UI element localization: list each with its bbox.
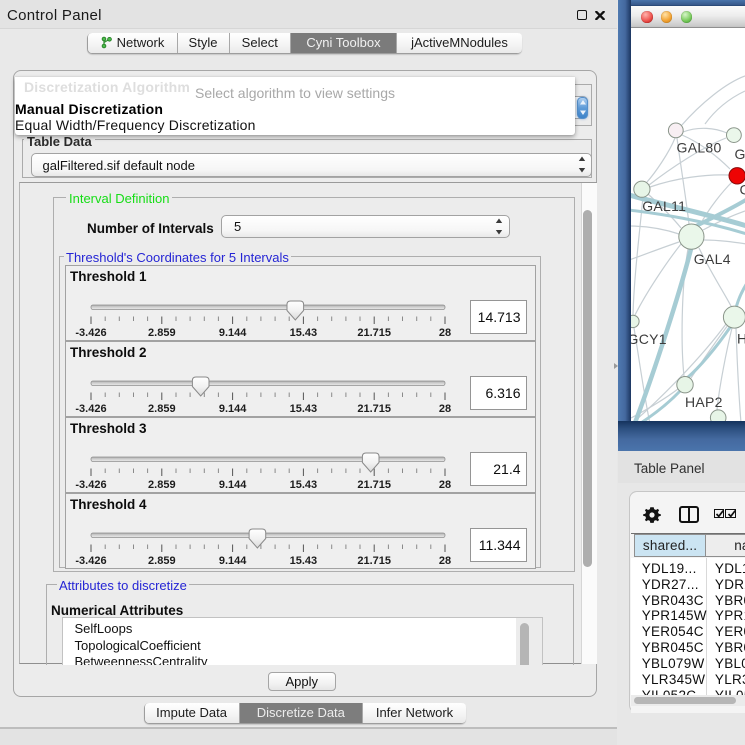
svg-text:21.715: 21.715 bbox=[357, 479, 391, 491]
svg-text:CY: CY bbox=[739, 182, 745, 198]
svg-text:-3.426: -3.426 bbox=[75, 479, 106, 491]
svg-text:HAP2: HAP2 bbox=[685, 394, 723, 410]
svg-text:9.144: 9.144 bbox=[219, 479, 247, 491]
svg-text:28: 28 bbox=[439, 555, 451, 567]
svg-text:28: 28 bbox=[439, 479, 451, 491]
svg-text:21.715: 21.715 bbox=[357, 555, 391, 567]
svg-text:GAL80: GAL80 bbox=[676, 140, 721, 156]
svg-text:-3.426: -3.426 bbox=[75, 555, 106, 567]
svg-text:-3.426: -3.426 bbox=[75, 403, 106, 415]
svg-text:2.859: 2.859 bbox=[148, 327, 176, 339]
svg-text:HA: HA bbox=[737, 331, 745, 347]
svg-text:2.859: 2.859 bbox=[148, 403, 176, 415]
svg-text:9.144: 9.144 bbox=[219, 327, 247, 339]
svg-text:15.43: 15.43 bbox=[290, 479, 318, 491]
svg-text:28: 28 bbox=[439, 327, 451, 339]
svg-text:9.144: 9.144 bbox=[219, 555, 247, 567]
svg-text:9.144: 9.144 bbox=[219, 403, 247, 415]
svg-text:21.715: 21.715 bbox=[357, 403, 391, 415]
svg-text:2.859: 2.859 bbox=[148, 555, 176, 567]
svg-text:GCY1: GCY1 bbox=[631, 331, 667, 347]
svg-text:21.715: 21.715 bbox=[357, 327, 391, 339]
svg-text:GA: GA bbox=[734, 146, 745, 162]
svg-text:GAL11: GAL11 bbox=[642, 198, 686, 214]
svg-text:15.43: 15.43 bbox=[290, 403, 318, 415]
svg-text:2.859: 2.859 bbox=[148, 479, 176, 491]
svg-text:28: 28 bbox=[439, 403, 451, 415]
svg-text:GAL4: GAL4 bbox=[693, 251, 730, 267]
svg-text:15.43: 15.43 bbox=[290, 555, 318, 567]
svg-text:-3.426: -3.426 bbox=[75, 327, 106, 339]
svg-text:15.43: 15.43 bbox=[290, 327, 318, 339]
